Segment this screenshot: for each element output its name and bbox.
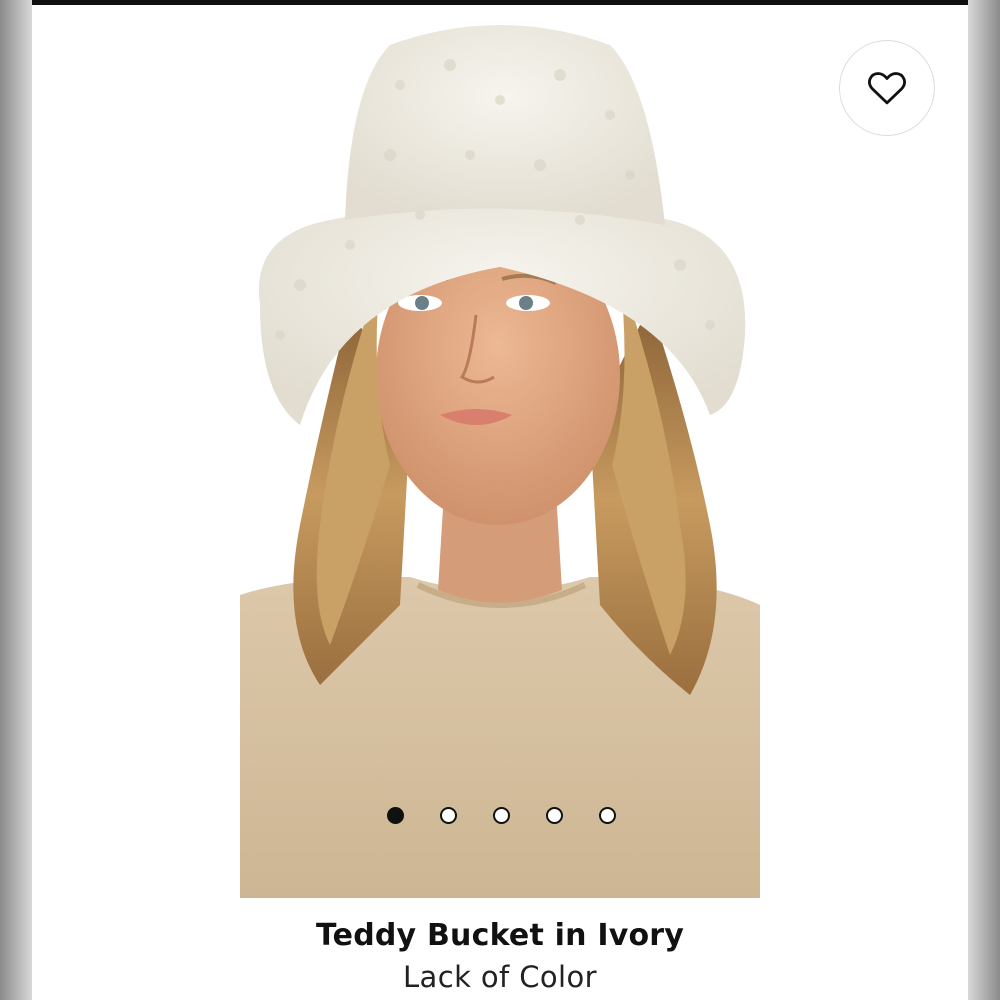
- carousel-indicators: [0, 804, 1000, 826]
- product-image[interactable]: [240, 5, 760, 898]
- carousel-dot[interactable]: [439, 806, 457, 824]
- carousel-dot[interactable]: [386, 806, 404, 824]
- carousel-dot[interactable]: [545, 806, 563, 824]
- model-photo: [240, 5, 760, 898]
- heart-icon: [868, 72, 906, 105]
- carousel-dot[interactable]: [492, 806, 510, 824]
- favorite-button[interactable]: [839, 40, 935, 136]
- carousel-dot[interactable]: [598, 806, 616, 824]
- product-brand[interactable]: Lack of Color: [0, 960, 1000, 994]
- product-title[interactable]: Teddy Bucket in Ivory: [0, 918, 1000, 953]
